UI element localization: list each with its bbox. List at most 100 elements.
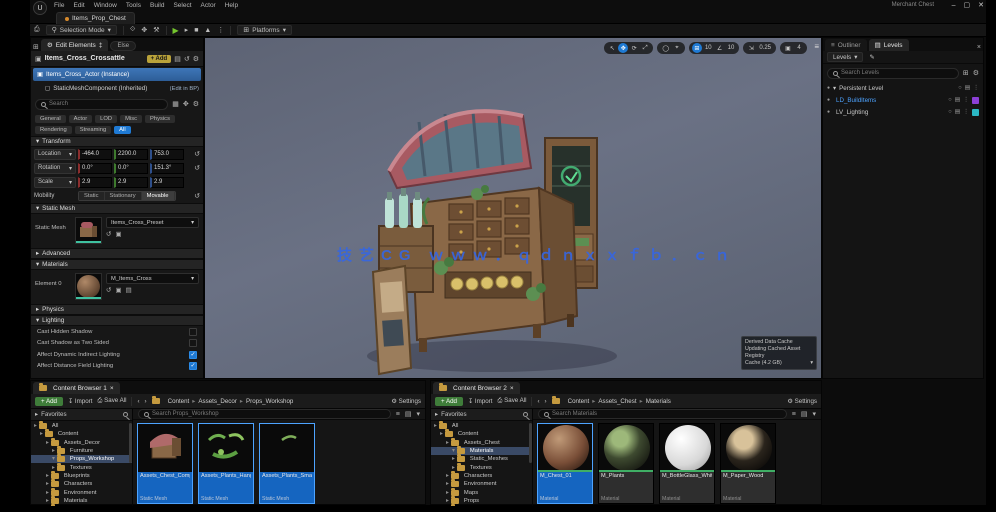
restore-button[interactable]: ▢ [964,0,971,11]
camera-speed-icon[interactable]: ▣ [783,43,793,53]
close-tab-icon[interactable]: × [510,385,514,392]
breadcrumb-item[interactable]: Materials [646,398,671,405]
component-row[interactable]: ◻ StaticMeshComponent (Inherited) (Edit … [31,82,203,95]
details-settings-icon[interactable]: ⚙ [193,100,199,108]
tree-folder-characters[interactable]: ▸Characters [431,472,532,480]
chip-rendering[interactable]: Rendering [35,126,72,134]
levels-settings-icon[interactable]: ⚙ [973,69,979,77]
level-color-chip[interactable] [972,109,979,116]
asset-card[interactable]: M_Plants Material [598,423,654,504]
chip-streaming[interactable]: Streaming [75,126,111,134]
play-options-icon[interactable]: ⋮ [217,26,224,34]
content-browser-tab[interactable]: Content Browser 1 × [33,382,120,394]
view-option-icon[interactable]: ▾ [416,410,420,418]
scale-snap-icon[interactable]: ⇲ [746,43,756,53]
lighting-section-header[interactable]: ▾Lighting [31,315,203,326]
tree-folder-materials[interactable]: ▾Materials [431,447,532,455]
save-icon[interactable]: ⎙ [34,26,40,34]
chip-misc[interactable]: Misc [120,115,142,123]
settings-button[interactable]: ⚙ Settings [391,398,421,405]
chip-lod[interactable]: LOD [95,115,117,123]
world-local-icon[interactable]: ◯ [660,43,671,53]
add-button[interactable]: + Add [435,397,463,406]
tree-folder-static_meshes[interactable]: ▸Static_Meshes [431,455,532,463]
scale-y-field[interactable]: 2.9 [114,177,148,188]
chip-general[interactable]: General [35,115,66,123]
reset-icon[interactable]: ↺ [184,55,190,63]
minimize-button[interactable]: – [952,0,956,11]
asset-card[interactable]: M_Chest_01 Material [537,423,593,504]
level-asset-tab[interactable]: Items_Prop_Chest [56,12,135,24]
menu-help[interactable]: Help [225,2,238,9]
tree-folder-maps[interactable]: ▸Maps [431,488,532,496]
scale-snap-value[interactable]: 0.25 [757,43,773,53]
view-option-icon[interactable]: ▤ [801,410,808,418]
scale-x-field[interactable]: 2.9 [78,177,112,188]
menu-actor[interactable]: Actor [201,2,216,9]
level-row[interactable]: ● ▾ Persistent Level ○▤⋮ [823,82,983,94]
rotation-snap-icon[interactable]: ∠ [715,43,725,53]
asset-action-icon[interactable]: ↺ [106,286,111,294]
level-action-icon[interactable]: ▤ [955,97,960,103]
blueprint-icon[interactable]: ▤ [174,55,181,63]
asset-card[interactable]: M_BottleGlass_White Material [659,423,715,504]
tree-folder-assets_decor[interactable]: ▸Assets_Decor [31,439,132,447]
breadcrumb-item[interactable]: Content [168,398,190,405]
favorites-header[interactable]: ▸Favorites [431,409,532,421]
tree-folder-props_workshop[interactable]: ▾Props_Workshop [31,455,132,463]
advanced-section-header[interactable]: ▸Advanced [31,248,203,259]
import-button[interactable]: ↧ Import [468,398,492,405]
scale-icon[interactable]: ⤢ [640,43,650,53]
tab-levels[interactable]: ▤Levels [869,39,909,51]
location-z-field[interactable]: 753.0 [150,149,184,160]
tools-icon[interactable]: ⚒ [153,26,159,34]
tree-folder-environment[interactable]: ▸Environment [431,480,532,488]
save-all-button[interactable]: ⎙ Save All [97,397,126,405]
mobility-reset-icon[interactable]: ↺ [194,192,200,200]
checkbox[interactable] [189,328,197,336]
chevron-icon[interactable]: ▾ [833,85,836,92]
checkbox[interactable] [189,339,197,347]
tab-else[interactable]: Else [110,41,136,51]
details-search-input[interactable]: Search [35,99,168,110]
tree-folder-startercontent[interactable]: ▸StarterContent [431,505,532,506]
add-button[interactable]: + Add [35,397,63,406]
view-option-icon[interactable]: ▤ [405,410,412,418]
staticmesh-thumbnail[interactable] [75,217,102,244]
level-action-icon[interactable]: ⋮ [963,109,969,115]
level-action-icon[interactable]: ⋮ [973,85,979,91]
rotation-dropdown[interactable]: Rotation▾ [34,163,76,174]
close-tab-icon[interactable]: × [977,44,981,51]
asset-action-icon[interactable]: ▣ [115,230,121,238]
frame-skip-button[interactable]: ▸ [185,26,189,34]
material-combobox[interactable]: M_Items_Cross▾ [106,273,199,284]
view-option-icon[interactable]: ≡ [792,411,796,418]
play-button[interactable]: ▶ [173,26,179,35]
close-button[interactable]: ✕ [978,0,984,11]
tree-folder-props[interactable]: ▸Props [431,497,532,505]
rotate-icon[interactable]: ⟳ [629,43,639,53]
asset-search-input[interactable]: Search Props_Workshop [138,409,391,419]
favorites-header[interactable]: ▸Favorites [31,409,132,421]
tree-folder-textures[interactable]: ▸Textures [431,463,532,471]
tab-edit-elements[interactable]: ⚙Edit Elements‡ [41,39,109,51]
material-thumbnail[interactable] [75,273,102,300]
edit-in-bp-link[interactable]: (Edit in BP) [170,86,199,92]
asset-card[interactable]: M_Paper_Wood Material [720,423,776,504]
visibility-icon[interactable]: ● [827,97,830,103]
stop-button[interactable]: ■ [194,27,198,34]
rotation-x-field[interactable]: 0.0° [78,163,112,174]
chip-physics[interactable]: Physics [145,115,175,123]
tree-folder-blueprints[interactable]: ▸Blueprints [31,472,132,480]
menu-select[interactable]: Select [173,2,191,9]
scale-z-field[interactable]: 2.9 [150,177,184,188]
location-x-field[interactable]: -464.0 [78,149,112,160]
tab-outliner[interactable]: ≡Outliner [825,39,867,51]
asset-action-icon[interactable]: ▤ [126,286,132,294]
menu-file[interactable]: File [54,2,64,9]
transform-section-header[interactable]: ▾Transform [31,136,203,147]
breadcrumb-item[interactable]: Props_Workshop [246,398,293,405]
edit-pencil-icon[interactable]: ✎ [869,54,874,61]
asset-action-icon[interactable]: ▣ [115,286,121,294]
eject-button[interactable]: ▲ [204,27,211,34]
